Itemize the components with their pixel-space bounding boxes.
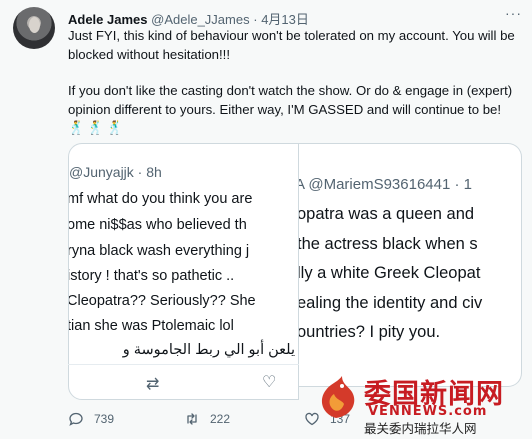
tweet-date[interactable]: 4月13日 bbox=[261, 12, 309, 27]
dancer-emoji: 🕺🕺🕺 bbox=[68, 120, 127, 135]
embedded-line: opatra was a queen and bbox=[299, 205, 475, 223]
retweet-button[interactable]: 222 bbox=[184, 411, 230, 427]
embedded-line: ealing the identity and civ bbox=[299, 294, 483, 312]
embedded-line: Cleopatra?? Seriously?? She bbox=[68, 293, 256, 309]
embedded-retweet-icon: ⇄ bbox=[146, 376, 160, 393]
embedded-line: lly a white Greek Cleopat bbox=[299, 264, 481, 282]
more-icon[interactable]: ··· bbox=[505, 5, 522, 21]
embedded-line: ryna black wash everything j bbox=[68, 243, 250, 259]
header-separator: · bbox=[253, 12, 258, 27]
tweet-header: Adele James @Adele_JJames · 4月13日 bbox=[68, 9, 309, 28]
embedded-line-arabic: يلعن أبو الي ربط الجاموسة و bbox=[122, 342, 295, 358]
embedded-line: the actress black when s bbox=[299, 235, 478, 253]
avatar[interactable] bbox=[13, 7, 55, 49]
media-screenshot-left[interactable]: @Junyajjk · 8h mf what do you think you … bbox=[68, 143, 299, 400]
watermark: 委国新闻网 VENNEWS.com 最关委内瑞拉华人网 bbox=[312, 370, 528, 436]
tweet-paragraph-2-text: If you don't like the casting don't watc… bbox=[68, 83, 516, 117]
embedded-line: mf what do you think you are bbox=[68, 191, 253, 207]
embedded-line: ountries? I pity you. bbox=[299, 323, 441, 341]
watermark-url: VENNEWS.com bbox=[368, 404, 488, 419]
reply-icon bbox=[69, 412, 83, 426]
embedded-line: tian she was Ptolemaic lol bbox=[68, 318, 234, 334]
reply-count: 739 bbox=[94, 412, 115, 426]
avatar-face bbox=[29, 17, 40, 33]
dragon-logo-icon bbox=[321, 376, 355, 418]
retweet-count: 222 bbox=[210, 412, 231, 426]
reply-button[interactable]: 739 bbox=[68, 411, 114, 427]
retweet-icon bbox=[187, 413, 197, 425]
embedded-line: istory ! that's so pathetic .. bbox=[68, 268, 235, 284]
embedded-handle: A @MariemS93616441 · 1 bbox=[299, 176, 472, 193]
tweet-card[interactable]: Adele James @Adele_JJames · 4月13日 ··· Ju… bbox=[0, 0, 532, 439]
author-name[interactable]: Adele James bbox=[68, 12, 148, 27]
media-screenshot-right[interactable]: A @MariemS93616441 · 1 opatra was a quee… bbox=[299, 143, 522, 387]
embedded-like-icon: ♡ bbox=[262, 374, 277, 391]
embedded-handle: @Junyajjk · 8h bbox=[69, 164, 162, 180]
author-handle[interactable]: @Adele_JJames bbox=[151, 12, 249, 27]
tweet-paragraph-1: Just FYI, this kind of behaviour won't b… bbox=[68, 28, 519, 62]
watermark-slogan: 最关委内瑞拉华人网 bbox=[364, 421, 477, 436]
embedded-line: ome ni$$as who believed th bbox=[68, 217, 247, 233]
tweet-text: Just FYI, this kind of behaviour won't b… bbox=[68, 27, 520, 138]
embedded-divider bbox=[68, 364, 299, 365]
tweet-paragraph-2: If you don't like the casting don't watc… bbox=[68, 82, 520, 138]
